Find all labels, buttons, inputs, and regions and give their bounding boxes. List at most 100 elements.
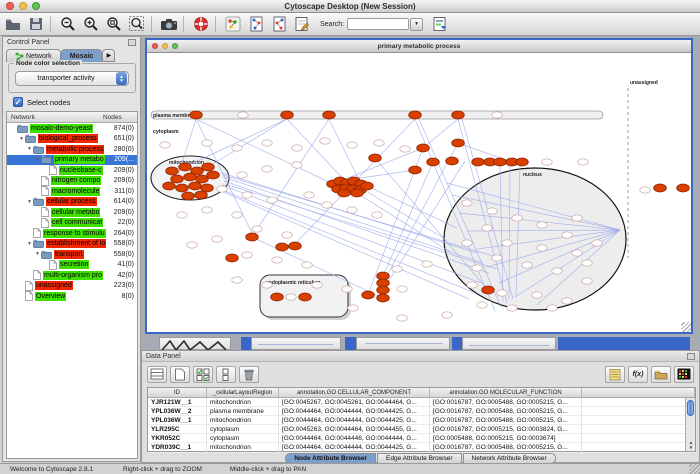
network-node[interactable] <box>542 159 552 165</box>
tree-item-metabolic-process[interactable]: ▼metabolic process280(0) <box>7 144 137 155</box>
network-view-titlebar[interactable]: primary metabolic process <box>147 40 691 53</box>
cell-id[interactable]: YLR295C <box>148 425 207 433</box>
tree-item-multi-organism-pro[interactable]: multi-organism pro42(0) <box>7 270 137 281</box>
table-scrollbar[interactable]: ▲▼ <box>685 398 695 451</box>
cell-id[interactable]: YKR052C <box>148 434 207 442</box>
network-node[interactable] <box>262 166 272 172</box>
network-node[interactable] <box>472 265 482 271</box>
import-attributes-button[interactable] <box>651 366 671 383</box>
network-view-frame[interactable]: primary metabolic process plasma membran… <box>145 38 693 334</box>
network-node[interactable] <box>537 245 547 251</box>
tree-item-biological-process[interactable]: ▼biological_process651(0) <box>7 134 137 145</box>
network-node[interactable] <box>348 305 358 311</box>
network-edge[interactable] <box>333 148 423 184</box>
table-row-ypl036w-1[interactable]: YPL036W__1mitochondrion[GO:0044464, GO:0… <box>148 416 695 425</box>
cell-id[interactable]: YPL036W__2 <box>148 407 207 415</box>
window-titlebar[interactable]: Cytoscape Desktop (New Session) <box>0 0 700 13</box>
expander-icon[interactable]: ▼ <box>26 199 33 205</box>
zoom-fit-button[interactable] <box>103 15 124 34</box>
network-edge[interactable] <box>220 189 475 293</box>
cell-cellularlayoutregion[interactable]: mitochondrion <box>207 416 279 424</box>
network-node[interactable] <box>187 242 197 248</box>
network-node-selected-color[interactable] <box>182 192 195 200</box>
network-node-selected-color[interactable] <box>281 111 294 119</box>
tree-item-macromolecule[interactable]: macromolecule311(0) <box>7 186 137 197</box>
network-node-selected-color[interactable] <box>190 111 203 119</box>
network-node[interactable] <box>232 145 242 151</box>
search-input[interactable] <box>347 18 409 30</box>
tree-item-secretion[interactable]: secretion41(0) <box>7 260 137 271</box>
network-node[interactable] <box>400 146 410 152</box>
network-node[interactable] <box>507 305 517 311</box>
new-attribute-button[interactable] <box>170 366 190 383</box>
cell-annotation-go-molecular-function[interactable]: [GO:0016787, GO:0005215, GO:0003824, G..… <box>430 425 582 433</box>
network-node[interactable] <box>238 112 248 118</box>
cell-id[interactable]: YPL036W__1 <box>148 416 207 424</box>
select-nodes-checkbox[interactable]: ✓ <box>13 97 23 107</box>
network-node-selected-color[interactable] <box>494 158 507 166</box>
matrix-view-button[interactable] <box>674 366 694 383</box>
cell-annotation-go-cellular-component[interactable]: [GO:0045263, GO:0044464, GO:0044455, G..… <box>279 425 430 433</box>
cell-cellularlayoutregion[interactable]: mitochondrion <box>207 443 279 451</box>
network-edge[interactable] <box>383 162 433 276</box>
attribute-grid-button[interactable] <box>147 366 167 383</box>
tree-item-nitrogen-compo[interactable]: nitrogen compo209(0) <box>7 176 137 187</box>
network-node-selected-color[interactable] <box>377 294 390 302</box>
network-canvas[interactable]: plasma membranecytoplasmmitochondrionnuc… <box>147 53 691 332</box>
network-node-selected-color[interactable] <box>184 173 197 181</box>
network-node[interactable] <box>487 208 497 214</box>
network-node-selected-color[interactable] <box>195 191 208 199</box>
expander-icon[interactable]: ▼ <box>34 157 41 163</box>
float-panel-icon[interactable] <box>687 353 695 360</box>
network-node-selected-color[interactable] <box>189 182 202 190</box>
expander-icon[interactable]: ▼ <box>18 136 25 142</box>
network-node[interactable] <box>262 282 272 288</box>
cell-annotation-go-cellular-component[interactable]: [GO:0045267, GO:0045261, GO:0044464, G..… <box>279 398 430 406</box>
network-node-selected-color[interactable] <box>179 163 192 171</box>
column-header-cellularlayoutregion[interactable]: _cellularLayoutRegion <box>207 388 279 397</box>
network-node[interactable] <box>282 232 292 238</box>
network-node[interactable] <box>322 202 332 208</box>
search-dropdown-button[interactable]: ▼ <box>410 18 423 31</box>
network-node[interactable] <box>202 140 212 146</box>
network-node-selected-color[interactable] <box>377 286 390 294</box>
column-header-annotation-go-molecular-function[interactable]: annotation.GO MOLECULAR_FUNCTION <box>430 388 582 397</box>
network-node-selected-color[interactable] <box>166 167 179 175</box>
network-node[interactable] <box>272 257 282 263</box>
cell-annotation-go-molecular-function[interactable]: [GO:0005488, GO:0005215, GO:0003674] <box>430 434 582 442</box>
network-node-selected-color[interactable] <box>289 242 302 250</box>
scrollbar-arrows[interactable]: ▲▼ <box>686 440 696 450</box>
tree-item-cellular-metabo[interactable]: cellular metabo209(0) <box>7 207 137 218</box>
network-node[interactable] <box>347 207 357 213</box>
network-node[interactable] <box>320 138 330 144</box>
snapshot-button[interactable] <box>158 15 179 34</box>
network-node-selected-color[interactable] <box>409 111 422 119</box>
network-node-selected-color[interactable] <box>654 184 667 192</box>
network-node[interactable] <box>547 305 557 311</box>
tree-header[interactable]: Network Nodes <box>7 112 137 123</box>
network-node[interactable] <box>242 192 252 198</box>
network-node-selected-color[interactable] <box>452 139 465 147</box>
cell-annotation-go-molecular-function[interactable]: [GO:0016787, GO:0005488, GO:0005215, G..… <box>430 416 582 424</box>
network-node[interactable] <box>562 232 572 238</box>
network-node[interactable] <box>292 162 302 168</box>
frame-resize-grip[interactable] <box>681 322 691 332</box>
expander-icon[interactable]: ▼ <box>26 241 33 247</box>
zoom-in-button[interactable] <box>80 15 101 34</box>
network-node[interactable] <box>422 261 432 267</box>
network-node[interactable] <box>537 222 547 228</box>
cell-id[interactable]: YJR121W__1 <box>148 398 207 406</box>
tree-item-overview[interactable]: Overview8(0) <box>7 291 137 302</box>
network-node-selected-color[interactable] <box>361 182 374 190</box>
network-node-selected-color[interactable] <box>482 286 495 294</box>
network-node[interactable] <box>397 286 407 292</box>
help-button[interactable] <box>190 15 211 34</box>
network-node[interactable] <box>512 215 522 221</box>
network-node-selected-color[interactable] <box>338 189 351 197</box>
cell-annotation-go-cellular-component[interactable]: [GO:0044464, GO:0044446, GO:0044444, G..… <box>279 434 430 442</box>
function-builder-button[interactable]: f(x) <box>628 366 648 383</box>
network-node[interactable] <box>462 200 472 206</box>
table-row-ylr295c[interactable]: YLR295Ccytoplasm[GO:0045263, GO:0044464,… <box>148 425 695 434</box>
network-node-selected-color[interactable] <box>207 171 220 179</box>
annotation-button[interactable] <box>291 15 312 34</box>
